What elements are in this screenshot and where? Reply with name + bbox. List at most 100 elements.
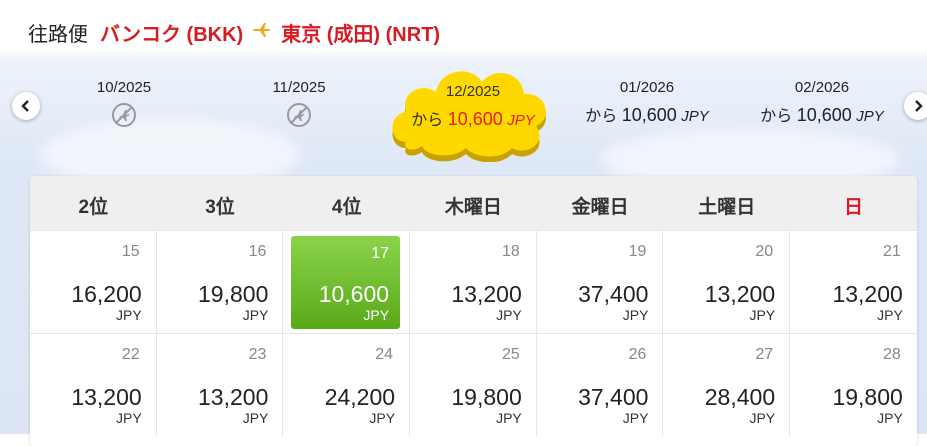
calendar-day-cell[interactable]: 26 37,400 JPY [537,334,664,436]
calendar-day-cell[interactable]: 27 28,400 JPY [663,334,791,436]
weekday-header: 土曜日 [698,197,756,218]
day-number: 20 [755,243,774,260]
day-fare: 10,600 [318,281,390,307]
calendar-day-cell[interactable]: 20 13,200 JPY [663,231,791,333]
day-number: 23 [248,346,267,363]
currency-label: JPY [681,108,709,125]
day-fare: 13,200 [71,384,142,410]
day-number: 28 [883,346,901,363]
day-currency: JPY [116,307,142,323]
month-min-price: から 10,600 JPY [572,102,722,126]
calendar-day-cell[interactable]: 21 13,200 JPY [790,231,917,333]
day-currency: JPY [749,410,776,426]
month-tab-oct-2025[interactable]: 10/2025 [49,79,199,128]
calendar-day-cell-selected[interactable]: 17 10,600 JPY [283,231,411,333]
day-number: 16 [248,243,267,260]
month-min-price: から 10,600 JPY [747,102,897,126]
month-tab-feb-2026[interactable]: 02/2026 から 10,600 JPY [747,79,897,126]
day-number: 26 [628,346,647,363]
day-fare: 19,800 [198,281,269,307]
calendar-day-cell[interactable]: 24 24,200 JPY [283,334,411,436]
day-currency: JPY [363,307,390,323]
day-number: 18 [501,243,520,260]
from-label: から [585,108,618,125]
day-number: 17 [371,245,390,262]
calendar-day-cell[interactable]: 23 13,200 JPY [157,334,284,436]
day-currency: JPY [749,307,776,323]
calendar-week-row: 15 16,200 JPY 16 19,800 JPY 17 10,600 JP… [30,230,917,333]
day-fare: 19,800 [832,384,903,410]
weekday-header: 4位 [331,197,362,218]
weekday-header-sunday: 日 [843,197,863,218]
day-currency: JPY [622,307,649,323]
calendar-week-row: 22 13,200 JPY 23 13,200 JPY 24 24,200 JP… [30,333,917,436]
page-title: 往路便 [28,24,88,46]
month-min-price: から 10,600 JPY [398,106,548,130]
month-tab-dec-2025[interactable]: 12/2025 から 10,600 JPY [398,83,548,130]
weekday-header: 金曜日 [571,197,629,218]
day-fare: 13,200 [198,384,269,410]
day-currency: JPY [622,410,649,426]
month-label: 11/2025 [272,79,326,96]
day-currency: JPY [877,307,903,323]
day-currency: JPY [496,410,522,426]
chevron-left-icon [21,100,29,112]
chevron-right-icon [915,100,923,112]
weekday-header-row: 2位 3位 4位 木曜日 金曜日 土曜日 日 [30,176,917,230]
month-label: 01/2026 [619,79,675,96]
from-label: から [411,112,444,129]
calendar-day-cell[interactable]: 16 19,800 JPY [157,231,284,333]
day-fare: 13,200 [704,281,776,307]
day-fare: 16,200 [71,281,142,307]
destination-label: 東京 (成田) (NRT) [281,24,441,46]
calendar-day-cell[interactable]: 22 13,200 JPY [30,334,157,436]
day-number: 24 [375,346,394,363]
month-tab-jan-2026[interactable]: 01/2026 から 10,600 JPY [572,79,722,126]
price-value: 10,600 [796,105,852,125]
day-fare: 19,800 [451,384,522,410]
day-currency: JPY [496,307,522,323]
currency-label: JPY [507,112,535,129]
day-number: 22 [121,346,140,363]
calendar-day-cell[interactable]: 19 37,400 JPY [537,231,664,333]
calendar-day-cell[interactable]: 18 13,200 JPY [410,231,537,333]
day-fare: 28,400 [704,384,776,410]
day-currency: JPY [242,410,269,426]
price-value: 10,600 [621,105,677,125]
day-number: 27 [755,346,774,363]
fare-calendar: 2位 3位 4位 木曜日 金曜日 土曜日 日 15 16,200 JPY 16 … [30,176,917,446]
price-value: 10,600 [447,109,503,129]
no-flight-icon [49,102,199,128]
day-number: 15 [121,243,140,260]
month-label: 10/2025 [96,79,152,96]
day-currency: JPY [116,410,142,426]
day-number: 19 [628,243,647,260]
day-currency: JPY [242,307,269,323]
prev-month-button[interactable] [12,92,40,120]
month-tab-nov-2025[interactable]: 11/2025 [224,79,374,128]
day-currency: JPY [369,410,396,426]
calendar-day-cell[interactable]: 28 19,800 JPY [790,334,917,436]
day-currency: JPY [877,410,903,426]
weekday-header: 2位 [78,197,109,218]
day-fare: 13,200 [451,281,522,307]
month-label: 02/2026 [794,79,850,96]
next-month-button[interactable] [904,92,927,120]
calendar-day-cell[interactable]: 25 19,800 JPY [410,334,537,436]
route-heading: 往路便 バンコク (BKK) 東京 (成田) (NRT) [28,18,440,47]
currency-label: JPY [856,108,884,125]
day-number: 21 [883,243,901,260]
day-number: 25 [501,346,520,363]
day-fare: 37,400 [578,384,649,410]
day-fare: 37,400 [578,281,649,307]
header: 往路便 バンコク (BKK) 東京 (成田) (NRT) [0,0,480,50]
plane-icon [253,21,271,44]
month-label: 12/2025 [445,83,501,100]
from-label: から [760,108,793,125]
no-flight-icon [224,102,374,128]
weekday-header: 木曜日 [444,197,502,218]
day-fare: 24,200 [324,384,396,410]
day-fare: 13,200 [832,281,903,307]
origin-label: バンコク (BKK) [100,24,244,46]
calendar-day-cell[interactable]: 15 16,200 JPY [30,231,157,333]
